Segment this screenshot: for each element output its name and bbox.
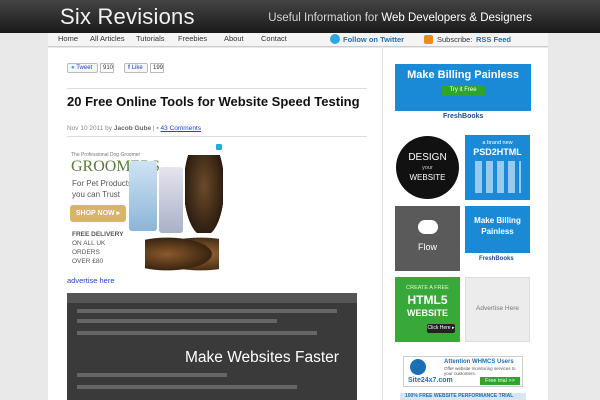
article-meta: Nov 10 2011 by Jacob Gube | ▪ 43 Comment… <box>67 125 201 132</box>
site-header: Six Revisions Useful Information for Web… <box>0 0 600 33</box>
gear-icon <box>410 359 426 375</box>
article-screenshot: Make Websites Faster <box>67 293 357 400</box>
site24x7-ad[interactable]: Attention WHMCS Users Offer website moni… <box>403 356 523 387</box>
pet-products-image <box>159 167 183 233</box>
comments-link[interactable]: 43 Comments <box>161 125 201 132</box>
screenshot-caption: Make Websites Faster <box>185 349 339 366</box>
ad-choices-icon[interactable] <box>216 144 222 150</box>
shop-now-button[interactable]: SHOP NOW ▸ <box>70 205 126 222</box>
nav-home[interactable]: Home <box>58 34 78 43</box>
site-logo[interactable]: Six Revisions <box>60 4 195 30</box>
html5-website-ad[interactable]: CREATE A FREE HTML5 WEBSITE Click Here ▸ <box>395 277 460 342</box>
advertise-here-slot[interactable]: Advertise Here <box>465 277 530 342</box>
divider <box>67 88 367 89</box>
rss-icon[interactable] <box>424 35 433 44</box>
free-trial-button[interactable]: Free trial >> <box>480 377 520 385</box>
tweet-count: 910 <box>100 63 114 73</box>
try-free-button[interactable]: Try it Free <box>441 85 485 96</box>
freshbooks-logo: FreshBooks <box>443 113 484 120</box>
divider <box>67 136 367 137</box>
performance-trial-banner[interactable]: 100% FREE WEBSITE PERFORMANCE TRIAL <box>400 393 526 400</box>
groomers-ad[interactable]: The Professional Dog Groomer GROOMERS Fo… <box>67 143 223 273</box>
freshbooks-logo: FreshBooks <box>479 256 514 262</box>
article-title[interactable]: 20 Free Online Tools for Website Speed T… <box>67 95 367 108</box>
facebook-icon: f <box>128 65 130 71</box>
flow-ad[interactable]: Flow <box>395 206 460 271</box>
twitter-bird-icon: ● <box>71 65 75 71</box>
psd2html-ad[interactable]: a brand new PSD2HTML <box>465 135 530 200</box>
like-count: 199 <box>150 63 164 73</box>
nav-about[interactable]: About <box>224 34 244 43</box>
comment-icon: ▪ <box>156 125 159 132</box>
rss-feed-link[interactable]: RSS Feed <box>476 35 511 44</box>
author-name[interactable]: Jacob Gube <box>114 125 151 132</box>
puppies-image <box>145 235 219 273</box>
hexagon-icons <box>475 161 521 193</box>
column-divider <box>382 48 383 400</box>
main-nav: Home All Articles Tutorials Freebies Abo… <box>48 33 548 47</box>
subscribe-label: Subscribe: <box>437 35 473 44</box>
site-tagline: Useful Information for Web Developers & … <box>268 12 532 24</box>
tweet-button[interactable]: ● Tweet <box>67 63 98 73</box>
twitter-icon[interactable] <box>330 34 340 44</box>
like-button[interactable]: f Like <box>124 63 148 73</box>
nav-contact[interactable]: Contact <box>261 34 287 43</box>
pet-products-image <box>129 161 157 231</box>
click-here-button[interactable]: Click Here ▸ <box>427 324 455 333</box>
design-website-ad[interactable]: DESIGN your WEBSITE <box>395 135 460 200</box>
dog-image <box>185 155 223 233</box>
nav-tutorials[interactable]: Tutorials <box>136 34 164 43</box>
billing-ad-small[interactable]: Make Billing Painless FreshBooks <box>465 206 530 271</box>
follow-twitter-link[interactable]: Follow on Twitter <box>343 35 404 44</box>
advertise-link[interactable]: advertise here <box>67 276 115 285</box>
billing-ad[interactable]: Make Billing Painless Try it Free FreshB… <box>395 64 531 129</box>
nav-all-articles[interactable]: All Articles <box>90 34 125 43</box>
cloud-icon <box>418 220 438 234</box>
nav-freebies[interactable]: Freebies <box>178 34 207 43</box>
